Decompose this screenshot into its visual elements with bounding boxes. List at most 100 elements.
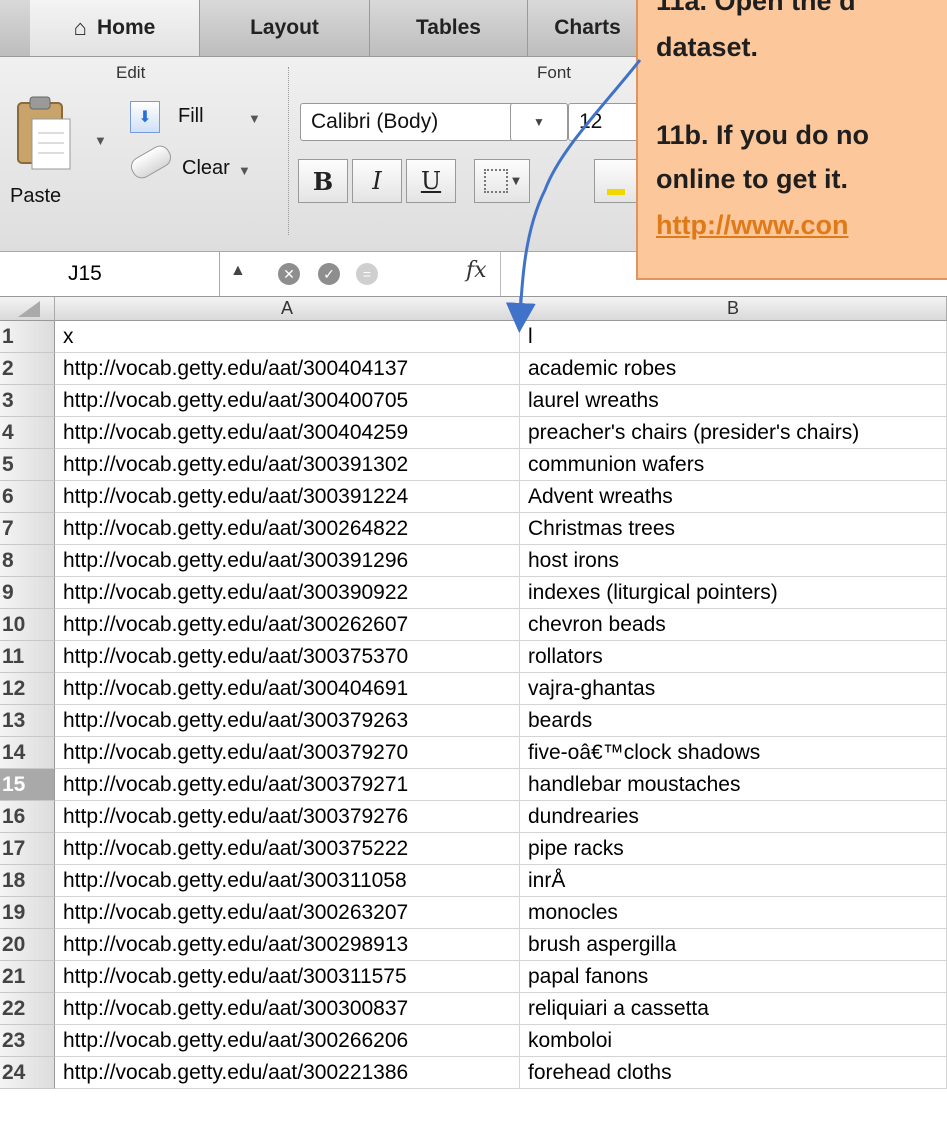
- cell-b[interactable]: rollators: [520, 641, 947, 673]
- tab-layout[interactable]: Layout: [200, 0, 370, 56]
- cell-a[interactable]: x: [55, 321, 520, 353]
- enter-icon[interactable]: ✓: [318, 263, 340, 285]
- fx-icon[interactable]: fx: [466, 258, 487, 283]
- cell-b[interactable]: brush aspergilla: [520, 929, 947, 961]
- row-header[interactable]: 8: [0, 545, 55, 577]
- row-header[interactable]: 21: [0, 961, 55, 993]
- row-header[interactable]: 22: [0, 993, 55, 1025]
- row-header[interactable]: 12: [0, 673, 55, 705]
- column-header-b[interactable]: B: [520, 297, 947, 321]
- cell-a[interactable]: http://vocab.getty.edu/aat/300264822: [55, 513, 520, 545]
- column-header-a[interactable]: A: [55, 297, 520, 321]
- cell-a[interactable]: http://vocab.getty.edu/aat/300404691: [55, 673, 520, 705]
- cell-b[interactable]: academic robes: [520, 353, 947, 385]
- cell-b[interactable]: preacher's chairs (presider's chairs): [520, 417, 947, 449]
- borders-button[interactable]: ▼: [474, 159, 530, 203]
- cell-b[interactable]: Advent wreaths: [520, 481, 947, 513]
- row-header[interactable]: 20: [0, 929, 55, 961]
- cell-b[interactable]: indexes (liturgical pointers): [520, 577, 947, 609]
- cell-a[interactable]: http://vocab.getty.edu/aat/300298913: [55, 929, 520, 961]
- underline-button[interactable]: U: [406, 159, 456, 203]
- name-box[interactable]: J15: [0, 252, 220, 296]
- cell-a[interactable]: http://vocab.getty.edu/aat/300375370: [55, 641, 520, 673]
- cell-a[interactable]: http://vocab.getty.edu/aat/300400705: [55, 385, 520, 417]
- cancel-icon[interactable]: ✕: [278, 263, 300, 285]
- cell-a[interactable]: http://vocab.getty.edu/aat/300311575: [55, 961, 520, 993]
- cell-b[interactable]: Christmas trees: [520, 513, 947, 545]
- name-box-stepper-icon[interactable]: ▲: [230, 262, 246, 280]
- cell-b[interactable]: communion wafers: [520, 449, 947, 481]
- tab-tables-label: Tables: [416, 16, 481, 39]
- row-header[interactable]: 16: [0, 801, 55, 833]
- cell-b[interactable]: dundrearies: [520, 801, 947, 833]
- cell-b[interactable]: chevron beads: [520, 609, 947, 641]
- fill-button[interactable]: ⬇ Fill ▼: [130, 101, 270, 137]
- font-group-label: Font: [537, 63, 572, 82]
- cell-a[interactable]: http://vocab.getty.edu/aat/300391302: [55, 449, 520, 481]
- row-header[interactable]: 2: [0, 353, 55, 385]
- cell-b[interactable]: five-oâ€™clock shadows: [520, 737, 947, 769]
- cell-b[interactable]: reliquiari a cassetta: [520, 993, 947, 1025]
- row-header[interactable]: 9: [0, 577, 55, 609]
- cell-b[interactable]: l: [520, 321, 947, 353]
- cell-a[interactable]: http://vocab.getty.edu/aat/300390922: [55, 577, 520, 609]
- cell-b[interactable]: pipe racks: [520, 833, 947, 865]
- cell-a[interactable]: http://vocab.getty.edu/aat/300262607: [55, 609, 520, 641]
- paste-dropdown-icon: ▼: [94, 133, 107, 148]
- cell-b[interactable]: inrÅ: [520, 865, 947, 897]
- tab-tables[interactable]: Tables: [370, 0, 528, 56]
- select-all-corner[interactable]: [0, 297, 55, 321]
- cell-a[interactable]: http://vocab.getty.edu/aat/300404137: [55, 353, 520, 385]
- row-header[interactable]: 3: [0, 385, 55, 417]
- row-header[interactable]: 14: [0, 737, 55, 769]
- row-header[interactable]: 4: [0, 417, 55, 449]
- row-header[interactable]: 11: [0, 641, 55, 673]
- cell-a[interactable]: http://vocab.getty.edu/aat/300391296: [55, 545, 520, 577]
- cell-b[interactable]: vajra-ghantas: [520, 673, 947, 705]
- row-header[interactable]: 13: [0, 705, 55, 737]
- cell-b[interactable]: komboloi: [520, 1025, 947, 1057]
- row-header[interactable]: 23: [0, 1025, 55, 1057]
- row-header[interactable]: 17: [0, 833, 55, 865]
- function-wizard-icon[interactable]: =: [356, 263, 378, 285]
- row-header[interactable]: 7: [0, 513, 55, 545]
- cell-b[interactable]: laurel wreaths: [520, 385, 947, 417]
- cell-b[interactable]: forehead cloths: [520, 1057, 947, 1089]
- cell-b[interactable]: monocles: [520, 897, 947, 929]
- row-header[interactable]: 5: [0, 449, 55, 481]
- cell-b[interactable]: host irons: [520, 545, 947, 577]
- row-header[interactable]: 6: [0, 481, 55, 513]
- row-header[interactable]: 19: [0, 897, 55, 929]
- cell-a[interactable]: http://vocab.getty.edu/aat/300379263: [55, 705, 520, 737]
- cell-b[interactable]: papal fanons: [520, 961, 947, 993]
- cell-a[interactable]: http://vocab.getty.edu/aat/300404259: [55, 417, 520, 449]
- row-header[interactable]: 15: [0, 769, 55, 801]
- tab-home[interactable]: ⌂ Home: [30, 0, 200, 56]
- cell-b[interactable]: handlebar moustaches: [520, 769, 947, 801]
- callout-link[interactable]: http://www.con: [656, 210, 848, 241]
- cell-a[interactable]: http://vocab.getty.edu/aat/300379271: [55, 769, 520, 801]
- bold-button[interactable]: B: [298, 159, 348, 203]
- italic-button[interactable]: I: [352, 159, 402, 203]
- font-name-dropdown[interactable]: ▼: [510, 103, 568, 141]
- tab-charts[interactable]: Charts: [528, 0, 648, 56]
- cell-a[interactable]: http://vocab.getty.edu/aat/300266206: [55, 1025, 520, 1057]
- cell-b[interactable]: beards: [520, 705, 947, 737]
- cell-a[interactable]: http://vocab.getty.edu/aat/300391224: [55, 481, 520, 513]
- row-header[interactable]: 10: [0, 609, 55, 641]
- row-header[interactable]: 24: [0, 1057, 55, 1089]
- cell-a[interactable]: http://vocab.getty.edu/aat/300300837: [55, 993, 520, 1025]
- clear-label: Clear: [182, 157, 230, 179]
- cell-a[interactable]: http://vocab.getty.edu/aat/300375222: [55, 833, 520, 865]
- paste-button[interactable]: ▼: [8, 93, 108, 193]
- cell-a[interactable]: http://vocab.getty.edu/aat/300221386: [55, 1057, 520, 1089]
- cell-a[interactable]: http://vocab.getty.edu/aat/300311058: [55, 865, 520, 897]
- cell-a[interactable]: http://vocab.getty.edu/aat/300263207: [55, 897, 520, 929]
- clear-button[interactable]: Clear ▼: [127, 141, 280, 189]
- callout-box: 11a. Open the d dataset. 11b. If you do …: [636, 0, 947, 280]
- row-header[interactable]: 18: [0, 865, 55, 897]
- row-header[interactable]: 1: [0, 321, 55, 353]
- fill-color-button[interactable]: [594, 159, 638, 203]
- cell-a[interactable]: http://vocab.getty.edu/aat/300379276: [55, 801, 520, 833]
- cell-a[interactable]: http://vocab.getty.edu/aat/300379270: [55, 737, 520, 769]
